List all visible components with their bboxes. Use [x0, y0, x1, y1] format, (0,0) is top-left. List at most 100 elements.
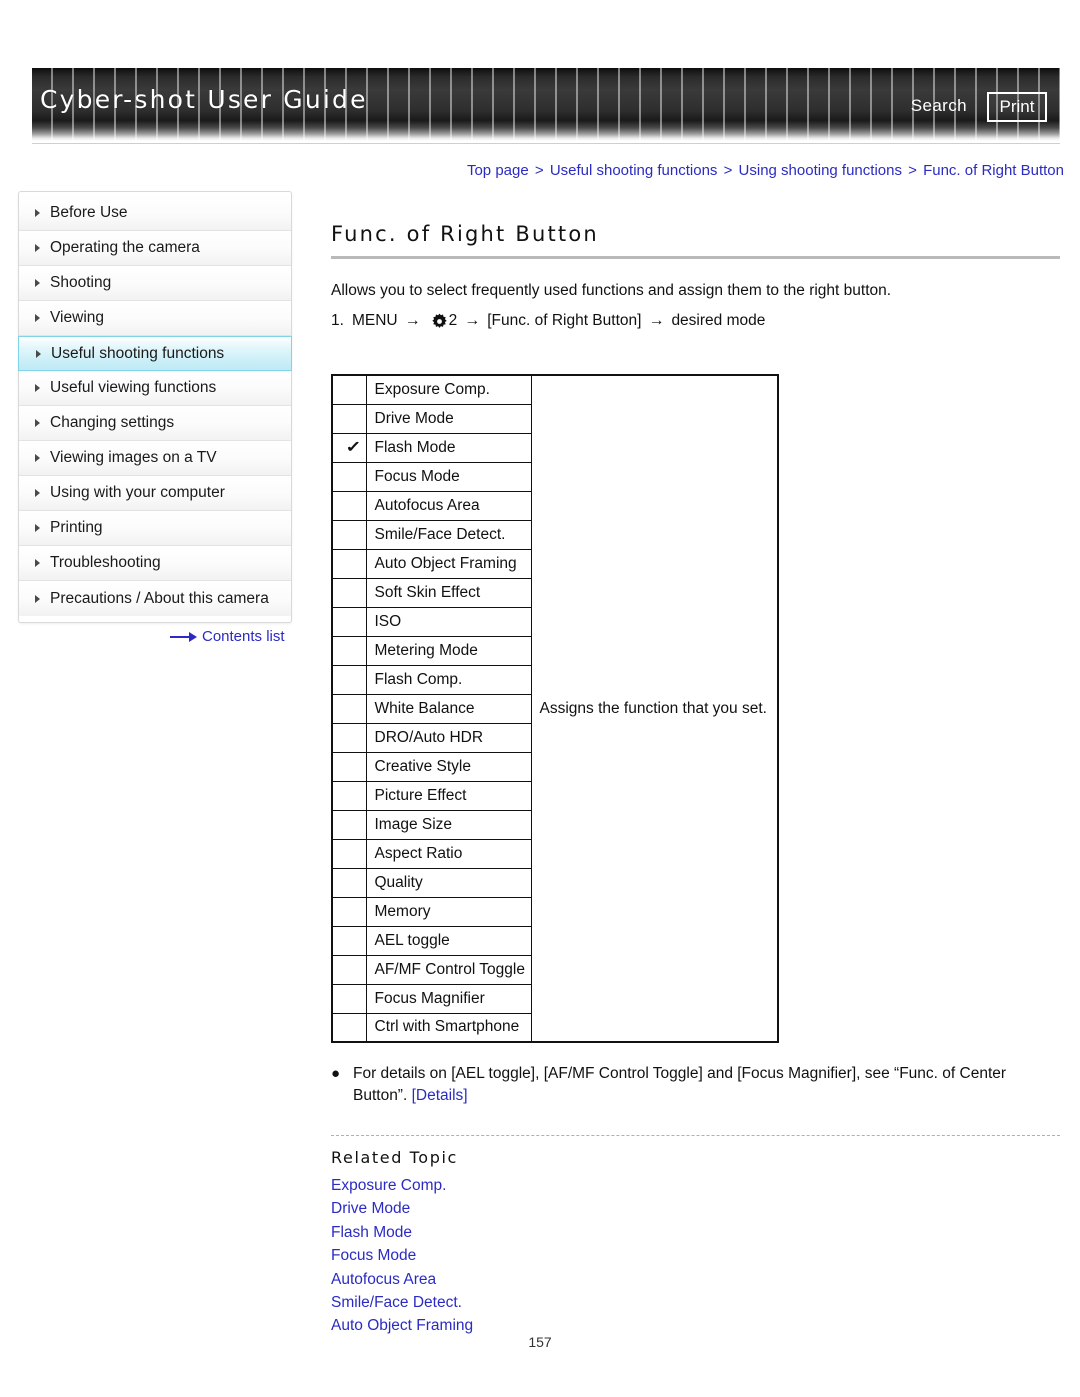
sidebar-item-useful-viewing-functions[interactable]: Useful viewing functions	[19, 371, 291, 406]
checkmark-cell[interactable]	[331, 896, 367, 927]
page-title: Func. of Right Button	[331, 222, 599, 246]
function-options-tbody: Exposure Comp. Assigns the function that …	[331, 374, 779, 1043]
sidebar-item-operating-the-camera[interactable]: Operating the camera	[19, 231, 291, 266]
site-header-banner: Cyber-shot User Guide Search Print	[32, 68, 1060, 141]
sidebar-item-useful-shooting-functions[interactable]: Useful shooting functions	[18, 336, 292, 371]
step-menu-label: MENU	[351, 312, 398, 329]
triangle-right-icon	[35, 244, 40, 252]
step-target: desired mode	[671, 312, 766, 329]
checkmark-cell[interactable]	[331, 606, 367, 637]
sidebar-item-label: Useful viewing functions	[50, 379, 217, 396]
triangle-right-icon	[35, 594, 40, 603]
triangle-right-icon	[35, 454, 40, 462]
arrow-right-glyph-1: →	[404, 312, 421, 329]
step-bracket-item: [Func. of Right Button]	[487, 312, 642, 329]
checkmark-cell[interactable]	[331, 867, 367, 898]
sidebar-item-viewing-images-on-a-tv[interactable]: Viewing images on a TV	[19, 441, 291, 476]
note-block: ● For details on [AEL toggle], [AF/MF Co…	[331, 1063, 1060, 1108]
related-topic-divider	[331, 1135, 1060, 1136]
checkmark-cell[interactable]	[331, 751, 367, 782]
triangle-right-icon	[35, 419, 40, 427]
sidebar-item-label: Printing	[50, 519, 103, 536]
checkmark-cell[interactable]	[331, 519, 367, 550]
page-number: 157	[528, 1334, 552, 1350]
checkmark-cell[interactable]	[331, 809, 367, 840]
checkmark-cell[interactable]	[331, 635, 367, 666]
sidebar-item-changing-settings[interactable]: Changing settings	[19, 406, 291, 441]
breadcrumb-item-2[interactable]: Using shooting functions	[739, 162, 902, 179]
checkmark-cell-selected[interactable]: ✓	[331, 432, 367, 463]
sidebar-item-label: Viewing images on a TV	[50, 449, 217, 466]
related-link-4[interactable]: Autofocus Area	[331, 1268, 731, 1291]
checkmark-cell[interactable]	[331, 490, 367, 521]
note-bullet-icon: ●	[331, 1065, 341, 1082]
table-row: Exposure Comp. Assigns the function that …	[331, 374, 779, 1043]
breadcrumb-item-1[interactable]: Useful shooting functions	[550, 162, 718, 179]
sidebar-item-printing[interactable]: Printing	[19, 511, 291, 546]
sidebar-item-label: Viewing	[50, 309, 105, 326]
checkmark-cell[interactable]	[331, 664, 367, 695]
option-label-cell: Image Size	[365, 809, 532, 840]
contents-list-link[interactable]: Contents list	[170, 628, 285, 645]
breadcrumb-separator: >	[530, 162, 548, 179]
checkmark-cell[interactable]	[331, 838, 367, 869]
option-label-cell: Quality	[365, 867, 532, 898]
checkmark-cell[interactable]	[331, 577, 367, 608]
sidebar-item-label: Shooting	[50, 274, 112, 291]
breadcrumb-separator: >	[719, 162, 737, 179]
checkmark-cell[interactable]	[331, 722, 367, 753]
search-link[interactable]: Search	[911, 96, 967, 116]
sidebar-item-troubleshooting[interactable]: Troubleshooting	[19, 546, 291, 581]
option-label-cell: Creative Style	[365, 751, 532, 782]
gear-number: 2	[448, 312, 458, 329]
option-label-cell: AF/MF Control Toggle	[365, 954, 532, 985]
related-topic-heading: Related Topic	[331, 1148, 458, 1167]
option-label-cell: Smile/Face Detect.	[365, 519, 532, 550]
checkmark-cell[interactable]	[331, 403, 367, 434]
breadcrumb-separator: >	[903, 162, 922, 179]
option-label-cell: Autofocus Area	[365, 490, 532, 521]
sidebar-item-precautions-about-this-camera[interactable]: Precautions / About this camera	[19, 581, 291, 616]
checkmark-cell[interactable]	[331, 461, 367, 492]
checkmark-cell[interactable]	[331, 954, 367, 985]
option-label-cell: DRO/Auto HDR	[365, 722, 532, 753]
checkmark-cell[interactable]	[331, 1012, 367, 1043]
sidebar-item-using-with-your-computer[interactable]: Using with your computer	[19, 476, 291, 511]
note-text: For details on [AEL toggle], [AF/MF Cont…	[353, 1063, 1060, 1108]
checkmark-cell[interactable]	[331, 925, 367, 956]
checkmark-cell[interactable]	[331, 548, 367, 579]
breadcrumb-item-0[interactable]: Top page	[467, 162, 529, 179]
related-link-5[interactable]: Smile/Face Detect.	[331, 1291, 731, 1314]
triangle-right-icon	[36, 349, 41, 358]
arrow-right-icon	[170, 631, 198, 642]
option-label-cell: Focus Magnifier	[365, 983, 532, 1014]
related-link-0[interactable]: Exposure Comp.	[331, 1174, 731, 1197]
site-title: Cyber-shot User Guide	[40, 85, 368, 114]
sidebar-item-viewing[interactable]: Viewing	[19, 301, 291, 336]
arrow-right-glyph-3: →	[648, 312, 665, 329]
option-label-cell: White Balance	[365, 693, 532, 724]
related-link-2[interactable]: Flash Mode	[331, 1221, 731, 1244]
sidebar-item-label: Useful shooting functions	[51, 344, 225, 362]
sidebar-item-label: Precautions / About this camera	[50, 589, 269, 607]
check-icon: ✓	[345, 438, 362, 456]
related-link-3[interactable]: Focus Mode	[331, 1244, 731, 1267]
function-options-table: Exposure Comp. Assigns the function that …	[331, 374, 779, 1043]
step-number: 1.	[331, 312, 344, 329]
checkmark-cell[interactable]	[331, 983, 367, 1014]
option-label-cell: Auto Object Framing	[365, 548, 532, 579]
related-link-1[interactable]: Drive Mode	[331, 1197, 731, 1220]
checkmark-cell[interactable]	[331, 693, 367, 724]
checkmark-cell[interactable]	[331, 374, 367, 405]
sidebar-item-label: Troubleshooting	[50, 554, 161, 571]
sidebar-item-before-use[interactable]: Before Use	[19, 196, 291, 231]
main-content: Func. of Right Button Allows you to sele…	[331, 222, 1060, 330]
sidebar-item-shooting[interactable]: Shooting	[19, 266, 291, 301]
gear-icon	[431, 313, 448, 330]
details-link[interactable]: [Details]	[412, 1087, 468, 1104]
option-label-cell: Exposure Comp.	[365, 374, 532, 405]
checkmark-cell[interactable]	[331, 780, 367, 811]
related-topic-links: Exposure Comp. Drive Mode Flash Mode Focus …	[331, 1174, 731, 1338]
print-button[interactable]: Print	[987, 92, 1047, 122]
option-label-cell: Drive Mode	[365, 403, 532, 434]
